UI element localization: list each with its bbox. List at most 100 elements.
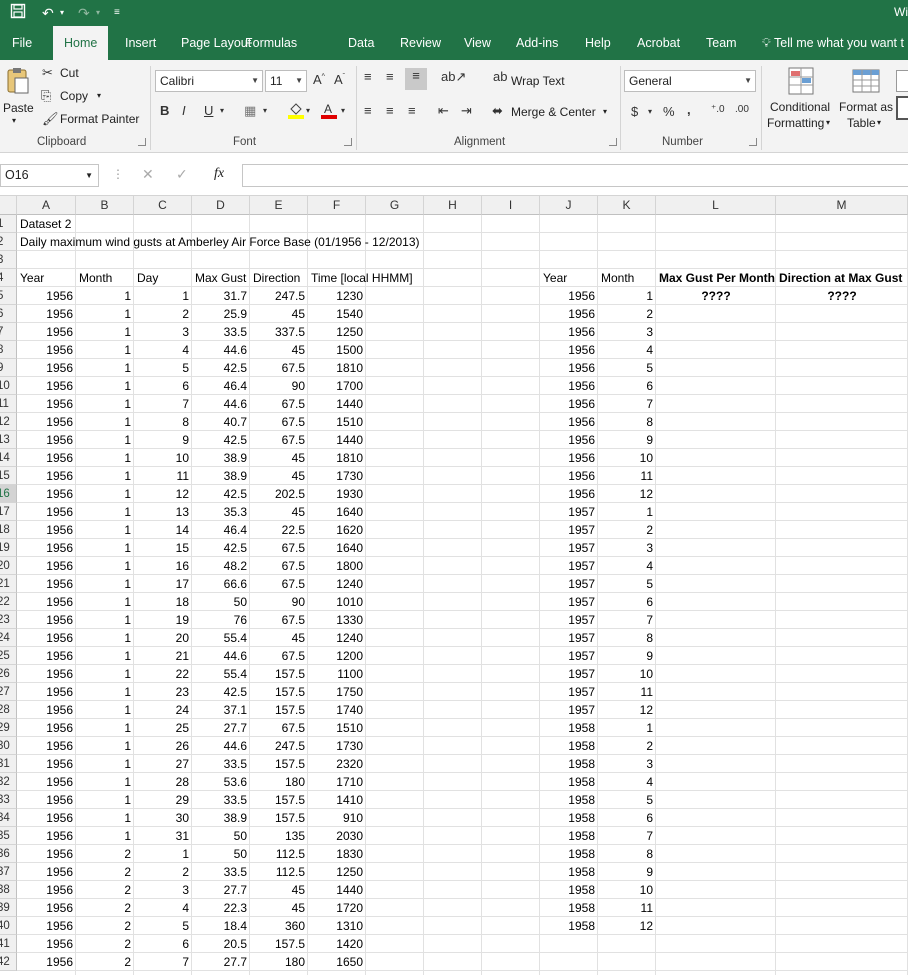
data-cell[interactable]: 27.7 bbox=[192, 881, 250, 899]
column-header-m[interactable]: M bbox=[776, 196, 908, 215]
data-cell[interactable]: 21 bbox=[134, 647, 192, 665]
data-cell[interactable]: 45 bbox=[250, 341, 308, 359]
data-cell[interactable]: 1 bbox=[76, 485, 134, 503]
row-header-18[interactable]: 18 bbox=[0, 521, 17, 539]
tab-formulas[interactable]: Formulas bbox=[243, 26, 299, 60]
cell-styles-gallery-item[interactable] bbox=[896, 96, 908, 120]
align-left-icon[interactable]: ≡ bbox=[364, 103, 372, 118]
tab-team[interactable]: Team bbox=[704, 26, 739, 60]
data-cell[interactable]: 337.5 bbox=[250, 323, 308, 341]
decrease-indent-icon[interactable]: ⇤ bbox=[438, 103, 449, 119]
header-cell[interactable]: Year bbox=[540, 269, 598, 287]
data-cell[interactable]: 27.7 bbox=[192, 719, 250, 737]
save-icon[interactable] bbox=[10, 3, 26, 23]
data-cell[interactable]: 7 bbox=[598, 827, 656, 845]
data-cell[interactable]: 1620 bbox=[308, 521, 366, 539]
column-header-l[interactable]: L bbox=[656, 196, 776, 215]
data-cell[interactable]: 7 bbox=[598, 611, 656, 629]
tab-insert[interactable]: Insert bbox=[123, 26, 158, 60]
row-header-29[interactable]: 29 bbox=[0, 719, 17, 737]
row-header-22[interactable]: 22 bbox=[0, 593, 17, 611]
data-cell[interactable]: 44.6 bbox=[192, 341, 250, 359]
undo-dropdown-icon[interactable]: ▾ bbox=[60, 3, 64, 23]
data-cell[interactable]: 1956 bbox=[17, 557, 76, 575]
percent-button[interactable]: % bbox=[663, 104, 675, 119]
data-cell[interactable]: 67.5 bbox=[250, 647, 308, 665]
data-cell[interactable]: 16 bbox=[134, 557, 192, 575]
data-cell[interactable]: 1800 bbox=[308, 557, 366, 575]
data-cell[interactable]: 1 bbox=[134, 845, 192, 863]
data-cell[interactable]: 1956 bbox=[17, 647, 76, 665]
font-color-dropdown-icon[interactable]: ▾ bbox=[341, 106, 345, 115]
data-cell[interactable]: 66.6 bbox=[192, 575, 250, 593]
data-cell[interactable]: 157.5 bbox=[250, 809, 308, 827]
data-cell[interactable]: 1740 bbox=[308, 701, 366, 719]
data-cell[interactable]: 31 bbox=[134, 827, 192, 845]
data-cell[interactable]: 1957 bbox=[540, 629, 598, 647]
font-size-select[interactable]: 11 ▼ bbox=[265, 70, 307, 92]
underline-dropdown-icon[interactable]: ▾ bbox=[220, 106, 224, 115]
column-header-f[interactable]: F bbox=[308, 196, 366, 215]
data-cell[interactable]: 1250 bbox=[308, 323, 366, 341]
data-cell[interactable]: 135 bbox=[250, 827, 308, 845]
data-cell[interactable]: 1 bbox=[76, 755, 134, 773]
data-cell[interactable]: 22.5 bbox=[250, 521, 308, 539]
redo-icon[interactable]: ↷ bbox=[78, 3, 90, 23]
row-header-42[interactable]: 42 bbox=[0, 953, 17, 971]
data-cell[interactable]: 11 bbox=[598, 899, 656, 917]
row-header-39[interactable]: 39 bbox=[0, 899, 17, 917]
data-cell[interactable]: 4 bbox=[598, 341, 656, 359]
data-cell[interactable]: 4 bbox=[598, 557, 656, 575]
data-cell[interactable]: 1956 bbox=[17, 935, 76, 953]
data-cell[interactable]: 67.5 bbox=[250, 413, 308, 431]
data-cell[interactable]: 45 bbox=[250, 305, 308, 323]
data-cell[interactable]: 1330 bbox=[308, 611, 366, 629]
data-cell[interactable]: 1 bbox=[76, 683, 134, 701]
data-cell[interactable]: 1830 bbox=[308, 845, 366, 863]
data-cell[interactable]: 9 bbox=[598, 647, 656, 665]
data-cell[interactable]: 4 bbox=[134, 341, 192, 359]
row-header-14[interactable]: 14 bbox=[0, 449, 17, 467]
column-header-b[interactable]: B bbox=[76, 196, 134, 215]
increase-decimal-icon[interactable]: ⁺.0 bbox=[711, 104, 725, 115]
copy-dropdown-icon[interactable]: ▾ bbox=[97, 91, 101, 100]
row-header-33[interactable]: 33 bbox=[0, 791, 17, 809]
data-cell[interactable]: 46.4 bbox=[192, 377, 250, 395]
data-cell[interactable]: 1510 bbox=[308, 719, 366, 737]
data-cell[interactable]: 12 bbox=[134, 485, 192, 503]
data-cell[interactable]: 1956 bbox=[540, 395, 598, 413]
data-cell[interactable]: 40.7 bbox=[192, 413, 250, 431]
data-cell[interactable]: 1956 bbox=[17, 323, 76, 341]
data-cell[interactable]: 1956 bbox=[540, 287, 598, 305]
row-header-24[interactable]: 24 bbox=[0, 629, 17, 647]
data-cell[interactable]: 67.5 bbox=[250, 431, 308, 449]
row-header-30[interactable]: 30 bbox=[0, 737, 17, 755]
header-cell[interactable]: Max Gust Per Month bbox=[656, 269, 776, 287]
data-cell[interactable]: 1 bbox=[76, 449, 134, 467]
data-cell[interactable]: 13 bbox=[134, 503, 192, 521]
data-cell[interactable]: 1956 bbox=[17, 809, 76, 827]
data-cell[interactable]: 67.5 bbox=[250, 359, 308, 377]
data-cell[interactable]: 45 bbox=[250, 467, 308, 485]
data-cell[interactable]: 1958 bbox=[540, 719, 598, 737]
row-header-35[interactable]: 35 bbox=[0, 827, 17, 845]
merge-dropdown-icon[interactable]: ▾ bbox=[603, 107, 607, 116]
data-cell[interactable]: 26 bbox=[134, 737, 192, 755]
data-cell[interactable]: 6 bbox=[598, 593, 656, 611]
data-cell[interactable]: 11 bbox=[134, 467, 192, 485]
data-cell[interactable]: 20 bbox=[134, 629, 192, 647]
data-cell[interactable]: 2 bbox=[76, 953, 134, 971]
data-cell[interactable]: 2 bbox=[134, 305, 192, 323]
data-cell[interactable]: 1 bbox=[76, 665, 134, 683]
data-cell[interactable]: 90 bbox=[250, 593, 308, 611]
row-header-34[interactable]: 34 bbox=[0, 809, 17, 827]
redo-dropdown-icon[interactable]: ▾ bbox=[96, 3, 100, 23]
data-cell[interactable]: 45 bbox=[250, 881, 308, 899]
more-options-icon[interactable]: ⋮ bbox=[112, 167, 124, 181]
data-cell[interactable]: 1700 bbox=[308, 377, 366, 395]
data-cell[interactable]: 29 bbox=[134, 791, 192, 809]
data-cell[interactable]: 1956 bbox=[17, 467, 76, 485]
data-cell[interactable]: 1250 bbox=[308, 863, 366, 881]
data-cell[interactable]: 1957 bbox=[540, 575, 598, 593]
data-cell[interactable]: 1956 bbox=[17, 287, 76, 305]
